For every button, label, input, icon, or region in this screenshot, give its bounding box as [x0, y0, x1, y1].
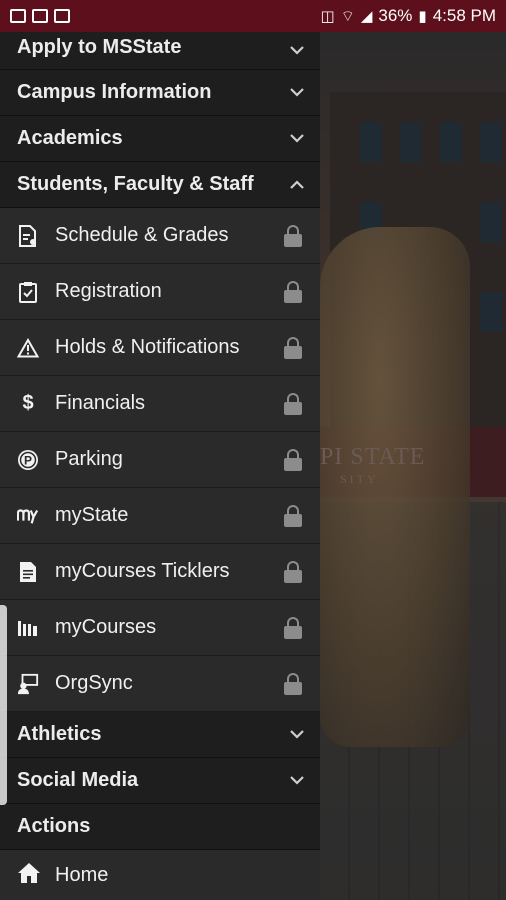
section-label: Campus Information [17, 81, 212, 103]
lock-icon [284, 224, 302, 247]
section-label: Actions [17, 815, 91, 837]
notification-app-icon [10, 9, 26, 23]
menu-item-parking[interactable]: P Parking [0, 432, 320, 488]
menu-item-holds-notifications[interactable]: Holds & Notifications [0, 320, 320, 376]
status-bar: ◫ ⌔ ◢ 36% ▮ 4:58 PM [0, 0, 506, 32]
lock-icon [284, 392, 302, 415]
warning-triangle-icon [17, 337, 39, 359]
section-academics[interactable]: Academics [0, 116, 320, 162]
bulldog-mascot-image [320, 227, 470, 747]
chevron-down-icon [290, 86, 304, 100]
dollar-icon: $ [22, 392, 34, 414]
menu-item-schedule-grades[interactable]: Schedule & Grades [0, 208, 320, 264]
section-label: Athletics [17, 723, 102, 745]
parking-icon: P [17, 449, 39, 471]
building-window [480, 202, 502, 242]
signal-icon: ◢ [360, 8, 373, 25]
registration-clipboard-icon [17, 281, 39, 303]
menu-item-label: myCourses [55, 616, 157, 638]
battery-percent: 36% [378, 6, 413, 25]
menu-item-home[interactable]: Home [0, 850, 320, 900]
menu-item-mystate[interactable]: myState [0, 488, 320, 544]
section-campus-information[interactable]: Campus Information [0, 70, 320, 116]
building-window [440, 122, 462, 162]
banner-text: PI STATE [320, 444, 426, 470]
background-photo[interactable]: PI STATE SITY [320, 32, 506, 900]
lock-icon [284, 560, 302, 583]
menu-item-label: Financials [55, 392, 146, 414]
menu-item-orgsync[interactable]: OrgSync [0, 656, 320, 712]
building-window [360, 122, 382, 162]
edge-swipe-handle[interactable] [0, 605, 7, 805]
section-label: Students, Faculty & Staff [17, 173, 254, 195]
document-icon [17, 561, 39, 583]
section-label: Academics [17, 127, 123, 149]
section-students-faculty-staff[interactable]: Students, Faculty & Staff [0, 162, 320, 208]
menu-item-label: myState [55, 504, 129, 526]
menu-item-registration[interactable]: Registration [0, 264, 320, 320]
notification-app-icon [32, 9, 48, 23]
nfc-icon: ◫ [320, 8, 335, 25]
svg-text:P: P [24, 453, 32, 467]
lock-icon [284, 616, 302, 639]
menu-item-mycourses[interactable]: myCourses [0, 600, 320, 656]
section-label: Apply to MSState [17, 36, 182, 58]
menu-item-financials[interactable]: $ Financials [0, 376, 320, 432]
schedule-grades-icon [17, 224, 39, 247]
chevron-down-icon [290, 44, 304, 58]
section-athletics[interactable]: Athletics [0, 712, 320, 758]
clock: 4:58 PM [432, 6, 496, 25]
system-status: ◫ ⌔ ◢ 36% ▮ 4:58 PM [321, 6, 496, 26]
section-apply[interactable]: Apply to MSState [0, 32, 320, 70]
section-social-media[interactable]: Social Media [0, 758, 320, 804]
notification-icons [10, 9, 70, 23]
chevron-down-icon [290, 774, 304, 788]
lock-icon [284, 672, 302, 695]
chevron-up-icon [290, 178, 304, 192]
building-window [480, 292, 502, 332]
chevron-down-icon [290, 728, 304, 742]
mystate-logo-icon [17, 505, 39, 527]
menu-item-label: Holds & Notifications [55, 336, 240, 358]
menu-item-mycourses-ticklers[interactable]: myCourses Ticklers [0, 544, 320, 600]
wifi-icon: ⌔ [340, 7, 355, 25]
building-window [480, 122, 502, 162]
menu-item-label: myCourses Ticklers [55, 560, 230, 582]
navigation-drawer: Apply to MSState Campus Information Acad… [0, 32, 320, 900]
building-window [400, 122, 422, 162]
lock-icon [284, 448, 302, 471]
menu-item-label: Registration [55, 280, 162, 302]
battery-icon: ▮ [418, 8, 427, 25]
section-label: Social Media [17, 769, 139, 791]
banner-subtext: SITY [340, 472, 379, 486]
lock-icon [284, 280, 302, 303]
menu-item-label: Home [55, 863, 109, 886]
lock-icon [284, 504, 302, 527]
menu-item-label: OrgSync [55, 672, 133, 694]
lock-icon [284, 336, 302, 359]
books-icon [17, 617, 39, 639]
menu-item-label: Schedule & Grades [55, 224, 229, 246]
menu-item-label: Parking [55, 448, 123, 470]
orgsync-icon [17, 673, 39, 695]
section-actions[interactable]: Actions [0, 804, 320, 850]
chevron-down-icon [290, 132, 304, 146]
home-icon [17, 862, 41, 889]
notification-app-icon [54, 9, 70, 23]
